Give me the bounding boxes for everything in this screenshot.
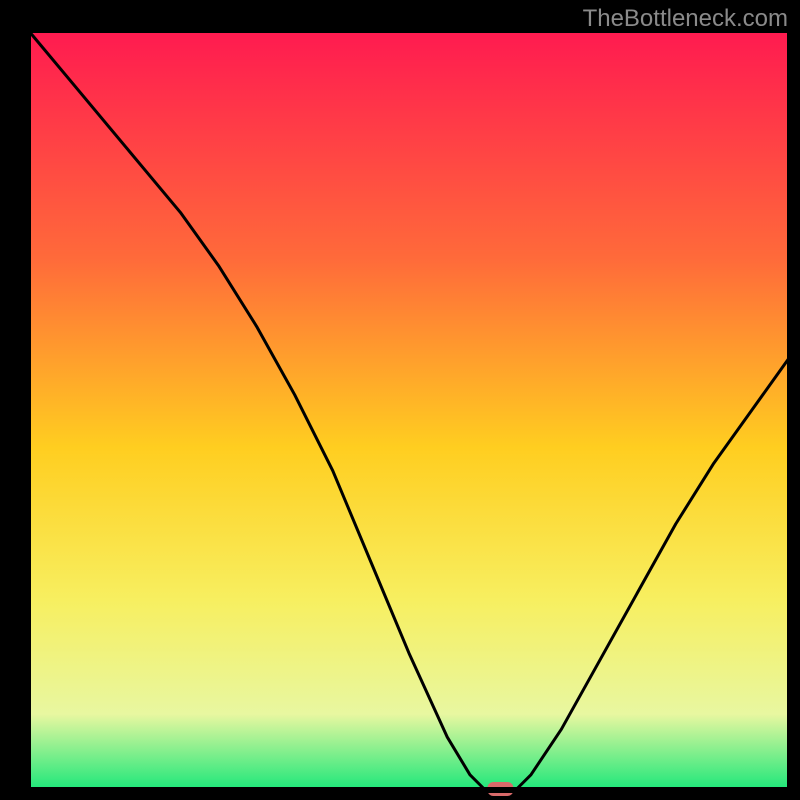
plot-area [28,30,790,796]
watermark-text: TheBottleneck.com [583,5,788,32]
gradient-background [28,30,790,790]
